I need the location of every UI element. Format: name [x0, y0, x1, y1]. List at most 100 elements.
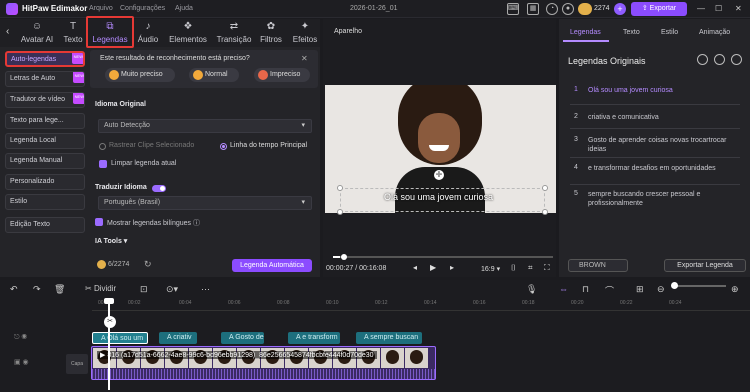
track-selected-clip-radio[interactable]: Rastrear Clipe Selecionado — [99, 142, 194, 150]
crop-icon[interactable]: ⌗ — [528, 263, 533, 273]
main-timeline-radio[interactable]: Linha do tempo Principal — [220, 142, 307, 150]
tab-transition[interactable]: ⇄ Transição — [214, 19, 254, 47]
coin-count: 2274 — [594, 5, 610, 12]
buy-coins-button[interactable]: + — [614, 3, 626, 15]
export-subtitle-button[interactable]: Exportar Legenda — [664, 259, 746, 272]
crop-tool-icon[interactable]: ⊡ — [140, 284, 148, 295]
refresh-icon[interactable]: ↻ — [144, 259, 152, 270]
zoom-out-icon[interactable]: ⊖ — [657, 284, 665, 295]
export-button[interactable]: ⇪ Exportar — [631, 2, 687, 16]
original-language-select[interactable]: Auto Detecção ▾ — [98, 119, 312, 133]
next-frame-icon[interactable]: ▸ — [450, 263, 454, 272]
microphone-icon[interactable]: 🎙 — [526, 284, 537, 295]
sidebar-item-local-subtitle[interactable]: Legenda Local — [5, 133, 85, 149]
progress-knob[interactable] — [341, 254, 347, 260]
subtitle-clip[interactable]: A Gosto de — [221, 332, 264, 344]
scissors-icon[interactable]: ✂ — [104, 316, 116, 328]
resize-handle[interactable] — [337, 185, 343, 191]
tab-audio[interactable]: ♪ Áudio — [134, 19, 162, 47]
link-icon[interactable]: ⇔ — [559, 284, 568, 294]
right-tab-subtitles[interactable]: Legendas — [570, 29, 601, 36]
tab-filters[interactable]: ✿ Filtros — [256, 19, 286, 47]
bilingual-subtitles-checkbox[interactable]: Mostrar legendas bilíngues ⓘ — [95, 218, 200, 228]
playhead[interactable] — [108, 300, 110, 390]
zoom-knob[interactable] — [671, 282, 678, 289]
close-icon[interactable]: ✕ — [301, 54, 308, 63]
sidebar-item-text-to-subtitle[interactable]: Texto para lege... — [5, 113, 85, 129]
snapshot-icon[interactable]: ⌷ — [511, 263, 516, 273]
translate-toggle[interactable] — [152, 185, 166, 192]
speed-icon[interactable]: ⊙▾ — [166, 284, 178, 295]
right-tab-text[interactable]: Texto — [623, 29, 640, 36]
close-icon[interactable]: ✕ — [735, 4, 742, 13]
chevron-left-icon[interactable]: ‹ — [6, 26, 9, 37]
feedback-normal-button[interactable]: Normal — [189, 68, 239, 82]
tab-text[interactable]: T Texto — [58, 19, 88, 47]
sidebar-item-text-editing[interactable]: Edição Texto — [5, 217, 85, 233]
minimize-icon[interactable]: — — [697, 4, 705, 13]
playhead-handle[interactable] — [104, 298, 114, 304]
keyboard-icon[interactable]: ⌨ — [507, 3, 519, 15]
split-button[interactable]: ✂ Dividir — [85, 284, 116, 293]
translate-language-select[interactable]: Português (Brasil) ▾ — [98, 196, 312, 210]
elements-icon: ❖ — [183, 21, 193, 32]
subtitle-track-lock-icon[interactable]: ⎋ ◉ — [14, 334, 27, 342]
menu-file[interactable]: Arquivo — [89, 5, 113, 12]
cover-button[interactable]: Capa — [66, 354, 88, 374]
resize-handle[interactable] — [337, 209, 343, 215]
more-tools-icon[interactable]: ⋯ — [201, 284, 210, 295]
subtitle-clip[interactable]: A criativ — [159, 332, 197, 344]
sidebar-item-manual-subtitle[interactable]: Legenda Manual — [5, 153, 85, 169]
right-tab-style[interactable]: Estilo — [661, 29, 678, 36]
delete-icon[interactable]: 🗑 — [54, 284, 65, 295]
fit-icon[interactable]: ⊞ — [636, 284, 644, 295]
sidebar-item-custom[interactable]: Personalizado — [5, 174, 85, 190]
more-options-icon[interactable] — [731, 54, 742, 65]
feedback-inaccurate-button[interactable]: Impreciso — [254, 68, 310, 82]
resize-handle[interactable] — [542, 185, 548, 191]
move-icon[interactable]: ✛ — [434, 170, 444, 180]
auto-subtitle-button[interactable]: Legenda Automática — [232, 259, 312, 272]
video-caption: Olá sou uma jovem curiosa — [384, 192, 494, 202]
feedback-very-accurate-button[interactable]: Muito preciso — [105, 68, 175, 82]
play-icon[interactable]: ▶ — [430, 263, 436, 272]
zoom-slider[interactable] — [676, 285, 726, 287]
search-icon[interactable] — [714, 54, 725, 65]
zoom-in-icon[interactable]: ⊕ — [731, 284, 739, 295]
notification-icon[interactable]: ◔ — [546, 3, 558, 15]
sidebar-item-auto-lyrics[interactable]: Letras de Auto NEW — [5, 71, 85, 87]
prev-frame-icon[interactable]: ◂ — [413, 263, 417, 272]
happy-emoji-icon — [109, 70, 119, 80]
ruler-tick: 00:06 — [228, 300, 241, 306]
tab-effects[interactable]: ✦ Efeitos — [290, 19, 320, 47]
video-track-lock-icon[interactable]: ▣ ◉ — [14, 358, 29, 366]
fullscreen-icon[interactable]: ⛶ — [544, 263, 550, 273]
progress-bar[interactable] — [333, 256, 553, 258]
resize-handle[interactable] — [542, 209, 548, 215]
maximize-icon[interactable]: ☐ — [715, 4, 722, 13]
undo-icon[interactable]: ↶ — [10, 284, 18, 295]
subtitle-clip[interactable]: A sempre buscan — [356, 332, 422, 344]
profile-icon[interactable]: ● — [562, 3, 574, 15]
marker-icon[interactable]: ⌒ — [605, 284, 614, 297]
sidebar-item-style[interactable]: Estilo — [5, 194, 85, 210]
ia-tools-title[interactable]: IA Tools ▾ — [95, 237, 127, 245]
sidebar-item-auto-subtitles[interactable]: Auto-legendas NEW — [5, 51, 85, 67]
aspect-ratio-select[interactable]: 16:9 ▾ — [481, 265, 500, 273]
sidebar-item-video-translator[interactable]: Tradutor de vídeo NEW — [5, 92, 85, 108]
layout-icon[interactable]: ▦ — [527, 3, 539, 15]
snap-icon[interactable]: ⊓ — [582, 284, 589, 295]
menu-help[interactable]: Ajuda — [175, 5, 193, 12]
subtitle-style-select[interactable]: BROWN — [568, 259, 628, 272]
time-ruler[interactable]: 00:00 00:02 00:04 00:06 00:08 00:10 00:1… — [92, 297, 750, 311]
translate-icon[interactable] — [697, 54, 708, 65]
right-tab-animation[interactable]: Animação — [699, 29, 730, 36]
tab-elements[interactable]: ❖ Elementos — [166, 19, 210, 47]
clear-subtitle-checkbox[interactable]: Limpar legenda atual — [99, 160, 176, 168]
tab-avatar-ai[interactable]: ☺ Avatar AI — [16, 19, 58, 47]
subtitle-clip[interactable]: A e transform — [288, 332, 340, 344]
menu-settings[interactable]: Configurações — [120, 5, 165, 12]
player-title: Aparelho — [334, 28, 363, 35]
subtitle-clip[interactable]: A Olá sou um — [92, 332, 148, 344]
redo-icon[interactable]: ↷ — [33, 284, 41, 295]
